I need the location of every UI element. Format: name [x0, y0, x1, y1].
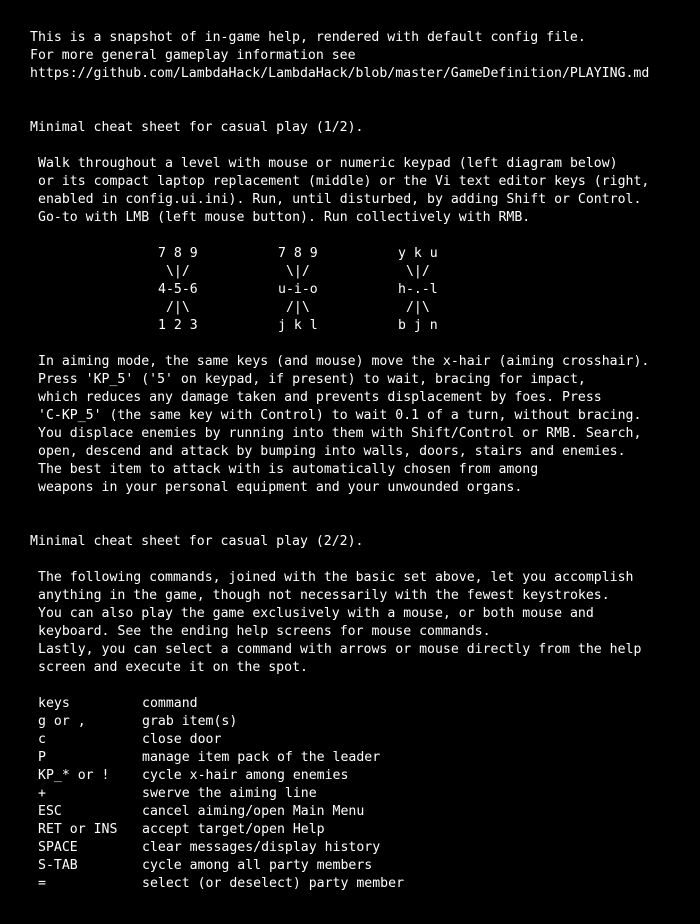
sheet1-para1-line: Walk throughout a level with mouse or nu… [38, 156, 618, 171]
vi-diagram-line: y k u [398, 246, 438, 261]
sheet1-para2-line: You displace enemies by running into the… [38, 426, 642, 441]
keypad-diagram-line: /|\ [158, 300, 190, 315]
sheet2-para1-line: anything in the game, though not necessa… [38, 588, 610, 603]
command-description[interactable]: select (or deselect) party member [142, 875, 404, 893]
laptop-diagram-line: \|/ [278, 264, 310, 279]
command-keys: S-TAB [38, 858, 78, 873]
sheet2-title: Minimal cheat sheet for casual play (2/2… [30, 534, 364, 549]
command-column-header: command [142, 696, 198, 711]
sheet1-title: Minimal cheat sheet for casual play (1/2… [30, 120, 364, 135]
vi-diagram-line: h-.-l [398, 282, 438, 297]
sheet1-para1-line: Go-to with LMB (left mouse button). Run … [38, 210, 531, 225]
command-keys: RET or INS [38, 822, 118, 837]
keypad-diagram-line: 1 2 3 [158, 318, 198, 333]
sheet1-para1-line: or its compact laptop replacement (middl… [38, 174, 650, 189]
command-keys: P [38, 750, 46, 765]
intro-url-link[interactable]: https://github.com/LambdaHack/LambdaHack… [30, 65, 649, 83]
laptop-diagram-line: /|\ [278, 300, 310, 315]
command-keys: + [38, 786, 46, 801]
sheet2-para1-line: The following commands, joined with the … [38, 570, 634, 585]
command-description[interactable]: cancel aiming/open Main Menu [142, 803, 364, 821]
sheet1-para2-line: which reduces any damage taken and preve… [38, 390, 602, 405]
intro-line-2: For more general gameplay information se… [30, 48, 356, 63]
command-description[interactable]: clear messages/display history [142, 839, 380, 857]
sheet2-para1-line: screen and execute it on the spot. [38, 660, 308, 675]
keypad-diagram-line: 4-5-6 [158, 282, 198, 297]
keys-column-header: keys [38, 696, 70, 711]
laptop-diagram-line: 7 8 9 [278, 246, 318, 261]
sheet2-para1-line: keyboard. See the ending help screens fo… [38, 624, 491, 639]
sheet2-para1-line: Lastly, you can select a command with ar… [38, 642, 642, 657]
command-description[interactable]: close door [142, 731, 221, 749]
command-keys: g or , [38, 714, 86, 729]
command-description[interactable]: grab item(s) [142, 713, 237, 731]
command-keys: ESC [38, 804, 62, 819]
command-keys: c [38, 732, 46, 747]
keypad-diagram-line: \|/ [158, 264, 190, 279]
sheet1-para2-line: The best item to attack with is automati… [38, 462, 539, 477]
command-keys: KP_* or ! [38, 768, 110, 783]
laptop-diagram-line: u-i-o [278, 282, 318, 297]
sheet1-para2-line: 'C-KP_5' (the same key with Control) to … [38, 408, 642, 423]
sheet1-para2-line: Press 'KP_5' ('5' on keypad, if present)… [38, 372, 586, 387]
command-description[interactable]: swerve the aiming line [142, 785, 317, 803]
command-keys: = [38, 876, 46, 891]
keypad-diagram-line: 7 8 9 [158, 246, 198, 261]
intro-line-1: This is a snapshot of in-game help, rend… [30, 30, 586, 45]
vi-diagram-line: \|/ [398, 264, 430, 279]
vi-diagram-line: /|\ [398, 300, 430, 315]
command-description[interactable]: cycle among all party members [142, 857, 372, 875]
command-description[interactable]: accept target/open Help [142, 821, 325, 839]
command-description[interactable]: manage item pack of the leader [142, 749, 380, 767]
sheet1-para1-line: enabled in config.ui.ini). Run, until di… [38, 192, 642, 207]
sheet1-para2-line: weapons in your personal equipment and y… [38, 480, 523, 495]
sheet1-para2-line: open, descend and attack by bumping into… [38, 444, 626, 459]
command-keys: SPACE [38, 840, 78, 855]
command-description[interactable]: cycle x-hair among enemies [142, 767, 348, 785]
vi-diagram-line: b j n [398, 318, 438, 333]
laptop-diagram-line: j k l [278, 318, 318, 333]
sheet2-para1-line: You can also play the game exclusively w… [38, 606, 594, 621]
sheet1-para2-line: In aiming mode, the same keys (and mouse… [38, 354, 650, 369]
